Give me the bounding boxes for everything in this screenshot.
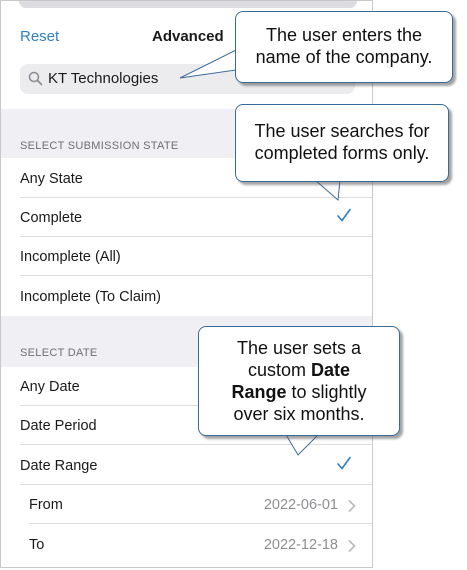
company-callout-line2: name of the company.: [255, 47, 433, 67]
company-callout: The user enters the name of the company.: [235, 11, 453, 83]
date-callout-line1: The user sets a: [236, 338, 362, 358]
date-callout-line4: over six months.: [233, 404, 365, 424]
completed-callout-line1: The user searches for: [254, 121, 430, 141]
date-callout-line3-text: to slightly: [286, 382, 367, 402]
completed-callout: The user searches for completed forms on…: [235, 104, 449, 182]
date-callout-line3-bold: Range: [231, 382, 287, 402]
date-callout-line2-text: custom: [247, 360, 311, 380]
date-callout-line3: Range to slightly: [199, 381, 399, 403]
date-callout-line2: custom Date: [199, 359, 399, 381]
date-range-callout: The user sets a custom Date Range to sli…: [198, 326, 400, 436]
date-callout-line2-bold: Date: [311, 360, 351, 380]
completed-callout-line2: completed forms only.: [254, 143, 430, 163]
date-callout-pointer: [284, 432, 322, 456]
completed-callout-pointer: [313, 179, 341, 202]
company-callout-pointer: [179, 49, 237, 79]
callout-pointers: [179, 49, 341, 456]
company-callout-line1: The user enters the: [265, 25, 423, 45]
